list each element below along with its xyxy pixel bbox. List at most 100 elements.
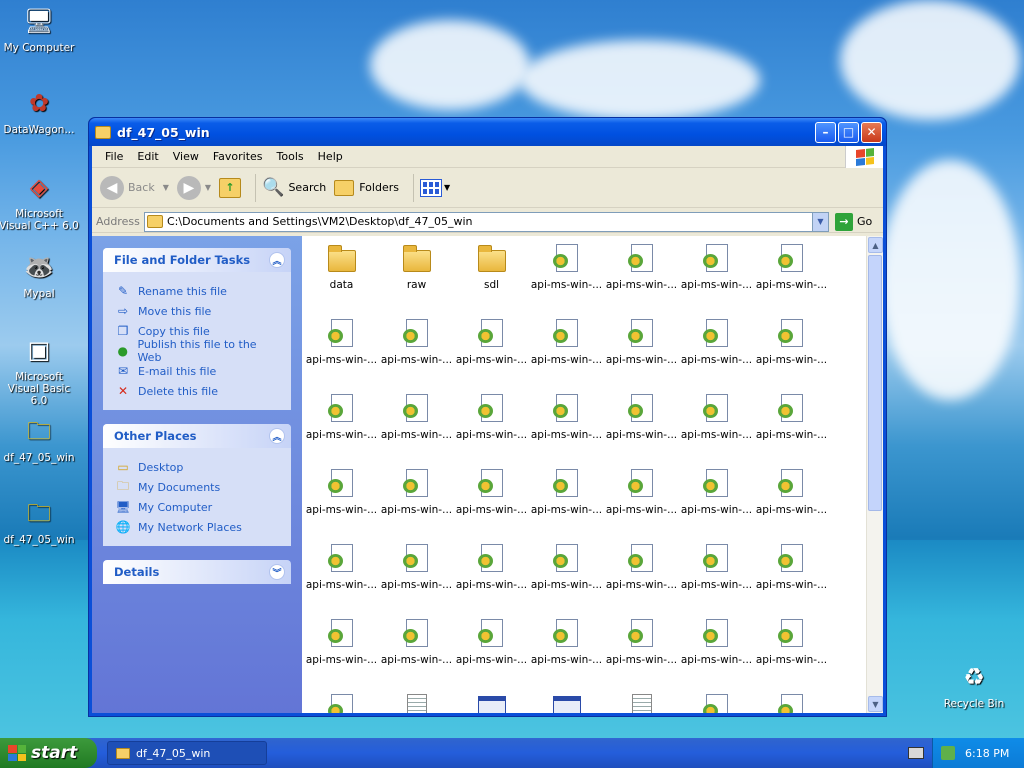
file-item[interactable]: api-ms-win-...: [529, 467, 604, 542]
file-item[interactable]: api-ms-win-...: [379, 542, 454, 617]
collapse-icon[interactable]: ︽: [269, 252, 285, 268]
desktop-icon-my-computer[interactable]: 🖥 My Computer: [0, 4, 79, 54]
file-item[interactable]: api-ms-win-...: [679, 392, 754, 467]
file-item[interactable]: [529, 692, 604, 713]
panel-header[interactable]: Other Places ︽: [103, 424, 291, 448]
file-item[interactable]: api-ms-win-...: [604, 542, 679, 617]
collapse-icon[interactable]: ︽: [269, 428, 285, 444]
file-item[interactable]: [754, 692, 829, 713]
file-item[interactable]: api-ms-win-...: [754, 242, 829, 317]
search-button[interactable]: 🔍 Search: [262, 177, 326, 198]
expand-icon[interactable]: ︾: [269, 564, 285, 580]
file-item[interactable]: api-ms-win-...: [379, 467, 454, 542]
file-item[interactable]: api-ms-win-...: [604, 617, 679, 692]
file-item[interactable]: api-ms-win-...: [754, 317, 829, 392]
taskbar-window-button[interactable]: df_47_05_win: [107, 741, 267, 765]
file-list-view[interactable]: data raw sdl api-ms-win-... api-ms-win-... ap…: [302, 236, 883, 713]
task-delete[interactable]: ✕ Delete this file: [115, 381, 279, 401]
menu-help[interactable]: Help: [311, 150, 350, 163]
desktop-icon-folder[interactable]: 🗀 df_47_05_win: [0, 496, 79, 546]
address-field[interactable]: C:\Documents and Settings\VM2\Desktop\df…: [144, 211, 829, 232]
file-item[interactable]: api-ms-win-...: [679, 467, 754, 542]
file-item[interactable]: [679, 692, 754, 713]
menu-favorites[interactable]: Favorites: [206, 150, 270, 163]
file-item[interactable]: api-ms-win-...: [379, 617, 454, 692]
file-item[interactable]: api-ms-win-...: [679, 617, 754, 692]
forward-button[interactable]: ▶ ▼: [176, 175, 211, 200]
start-button[interactable]: start: [0, 738, 97, 768]
title-bar[interactable]: df_47_05_win – □ ✕: [89, 118, 886, 146]
go-button[interactable]: → Go: [835, 212, 879, 231]
file-item[interactable]: api-ms-win-...: [304, 467, 379, 542]
file-item[interactable]: api-ms-win-...: [679, 542, 754, 617]
file-item[interactable]: api-ms-win-...: [304, 542, 379, 617]
file-item[interactable]: api-ms-win-...: [754, 617, 829, 692]
file-item[interactable]: sdl: [454, 242, 529, 317]
file-item[interactable]: api-ms-win-...: [454, 317, 529, 392]
file-item[interactable]: api-ms-win-...: [304, 317, 379, 392]
file-item[interactable]: api-ms-win-...: [679, 242, 754, 317]
task-move[interactable]: ⇨ Move this file: [115, 301, 279, 321]
scroll-up-button[interactable]: ▲: [868, 237, 883, 253]
scroll-down-button[interactable]: ▼: [868, 696, 883, 712]
file-item[interactable]: api-ms-win-...: [529, 542, 604, 617]
file-item[interactable]: api-ms-win-...: [454, 392, 529, 467]
file-item[interactable]: [379, 692, 454, 713]
file-item[interactable]: api-ms-win-...: [529, 317, 604, 392]
keyboard-icon[interactable]: [908, 747, 924, 759]
menu-edit[interactable]: Edit: [130, 150, 165, 163]
back-button[interactable]: ◀ Back ▼: [100, 175, 169, 200]
folders-button[interactable]: Folders: [334, 179, 399, 196]
views-button[interactable]: ▼: [419, 178, 450, 197]
place-my-documents[interactable]: 🗀 My Documents: [115, 477, 279, 497]
task-email[interactable]: ✉ E-mail this file: [115, 361, 279, 381]
up-button[interactable]: ↑: [219, 177, 242, 198]
file-item[interactable]: api-ms-win-...: [379, 392, 454, 467]
scrollbar-thumb[interactable]: [868, 255, 882, 511]
file-item[interactable]: api-ms-win-...: [379, 317, 454, 392]
file-item[interactable]: api-ms-win-...: [304, 392, 379, 467]
menu-file[interactable]: File: [98, 150, 130, 163]
file-item[interactable]: [604, 692, 679, 713]
address-dropdown-button[interactable]: ▼: [812, 212, 828, 231]
menu-view[interactable]: View: [166, 150, 206, 163]
desktop-icon-visual-cpp[interactable]: ◈ Microsoft Visual C++ 6.0: [0, 170, 79, 232]
desktop-icon-visual-basic[interactable]: ▣ Microsoft Visual Basic 6.0: [0, 333, 79, 407]
file-item[interactable]: api-ms-win-...: [754, 467, 829, 542]
panel-header[interactable]: File and Folder Tasks ︽: [103, 248, 291, 272]
desktop-icon-recycle-bin[interactable]: ♻ Recycle Bin: [934, 660, 1014, 710]
file-item[interactable]: [304, 692, 379, 713]
file-item[interactable]: data: [304, 242, 379, 317]
file-item[interactable]: api-ms-win-...: [529, 617, 604, 692]
task-publish[interactable]: ● Publish this file to the Web: [115, 338, 279, 364]
menu-tools[interactable]: Tools: [270, 150, 311, 163]
file-item[interactable]: api-ms-win-...: [604, 317, 679, 392]
file-item[interactable]: api-ms-win-...: [679, 317, 754, 392]
file-item[interactable]: api-ms-win-...: [604, 242, 679, 317]
file-item[interactable]: [454, 692, 529, 713]
file-item[interactable]: api-ms-win-...: [604, 467, 679, 542]
file-item[interactable]: api-ms-win-...: [754, 542, 829, 617]
desktop-icon-zip[interactable]: 🗀 df_47_05_win: [0, 414, 79, 464]
file-item[interactable]: api-ms-win-...: [454, 617, 529, 692]
task-rename[interactable]: ✎ Rename this file: [115, 281, 279, 301]
place-my-computer[interactable]: 🖥 My Computer: [115, 497, 279, 517]
panel-header[interactable]: Details ︾: [103, 560, 291, 584]
desktop-icon-datawagon[interactable]: ✿ DataWagon...: [0, 86, 79, 136]
maximize-button[interactable]: □: [838, 121, 859, 143]
file-item[interactable]: api-ms-win-...: [304, 617, 379, 692]
network-icon[interactable]: [941, 746, 955, 760]
file-item[interactable]: api-ms-win-...: [454, 467, 529, 542]
place-network[interactable]: 🌐 My Network Places: [115, 517, 279, 537]
minimize-button[interactable]: –: [815, 121, 836, 143]
file-item[interactable]: api-ms-win-...: [754, 392, 829, 467]
vertical-scrollbar[interactable]: ▲ ▼: [866, 236, 883, 713]
file-item[interactable]: api-ms-win-...: [454, 542, 529, 617]
file-item[interactable]: api-ms-win-...: [529, 392, 604, 467]
place-desktop[interactable]: ▭ Desktop: [115, 457, 279, 477]
file-item[interactable]: api-ms-win-...: [604, 392, 679, 467]
close-button[interactable]: ✕: [861, 121, 882, 143]
file-item[interactable]: api-ms-win-...: [529, 242, 604, 317]
desktop-icon-mypal[interactable]: 🦝 Mypal: [0, 250, 79, 300]
file-item[interactable]: raw: [379, 242, 454, 317]
